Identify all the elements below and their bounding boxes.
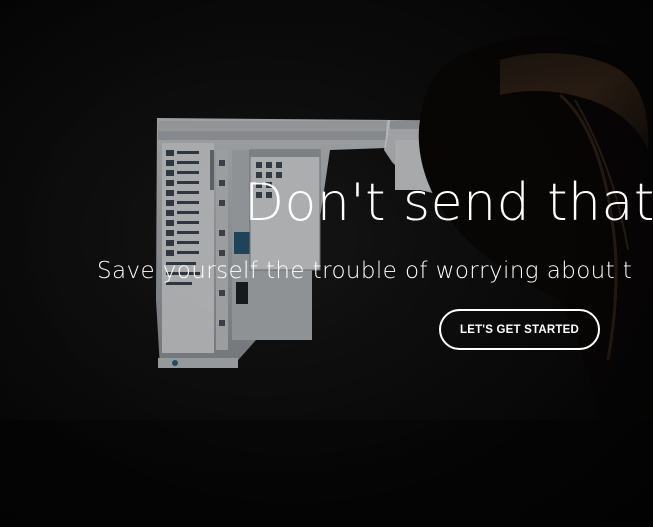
hero-subheadline: Save yourself the trouble of worrying ab… xyxy=(97,258,633,284)
hero-section: Don't send that e Save yourself the trou… xyxy=(0,0,653,527)
hero-headline: Don't send that e xyxy=(244,173,653,233)
get-started-button[interactable]: LET'S GET STARTED xyxy=(439,309,600,350)
